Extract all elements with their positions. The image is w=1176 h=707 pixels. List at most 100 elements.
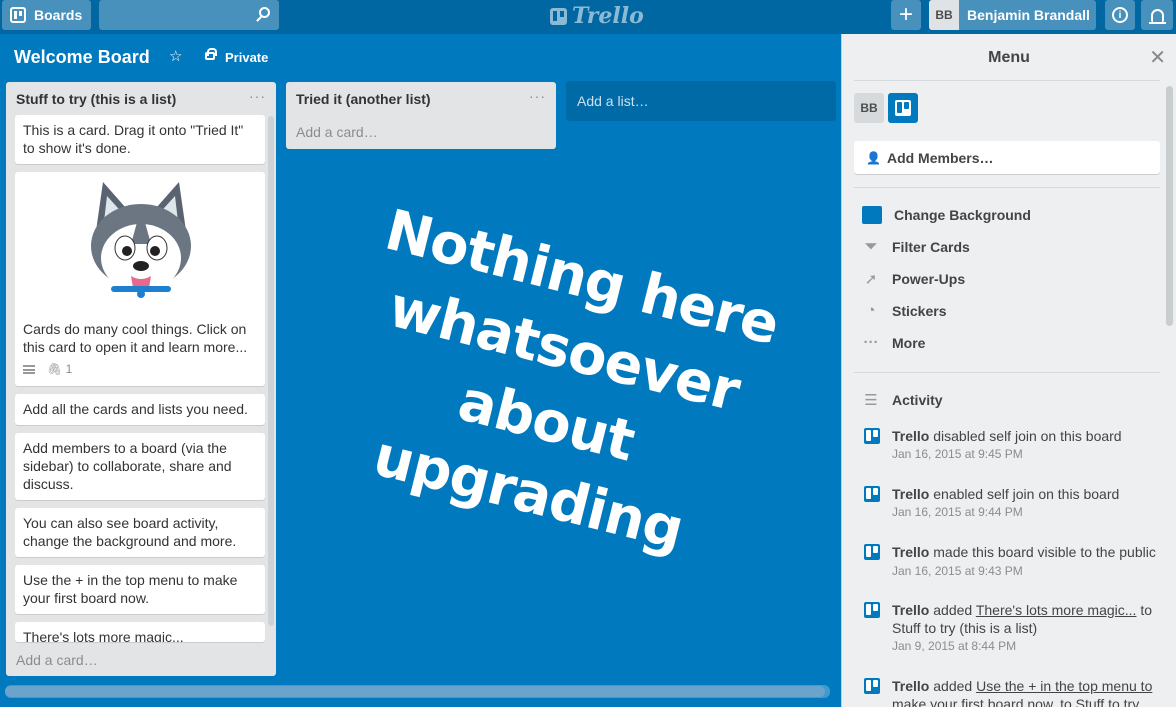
activity-time[interactable]: Jan 9, 2015 at 8:44 PM: [892, 637, 1160, 655]
menu-sidebar: Menu ✕ BB 👤 Add Members… Change Backgrou…: [842, 34, 1176, 707]
attachment-count: 1: [65, 362, 73, 376]
card-text: Add all the cards and lists you need.: [23, 401, 248, 417]
trello-icon: [864, 486, 880, 502]
member-avatar-bb[interactable]: BB: [854, 93, 884, 123]
sidebar-item-change-background[interactable]: Change Background: [862, 206, 1031, 224]
activity-actor[interactable]: Trello: [892, 602, 929, 618]
activity-actor[interactable]: Trello: [892, 544, 929, 560]
sidebar-scrollbar[interactable]: [1166, 86, 1173, 326]
trello-icon: [864, 602, 880, 618]
activity-item: Trello added There's lots more magic... …: [864, 601, 1160, 655]
activity-actor[interactable]: Trello: [892, 428, 929, 444]
activity-actor[interactable]: Trello: [892, 486, 929, 502]
person-add-icon: 👤: [866, 150, 881, 165]
description-icon: [23, 364, 35, 374]
sidebar-item-label: Stickers: [892, 302, 947, 319]
background-swatch-icon: [862, 206, 882, 224]
create-button[interactable]: +: [891, 0, 921, 30]
sidebar-item-filter-cards[interactable]: ⏷ Filter Cards: [862, 238, 970, 255]
activity-text: enabled self join on this board: [929, 486, 1120, 502]
card-text: Cards do many cool things. Click on this…: [23, 321, 248, 355]
logo-text: Trello: [572, 3, 644, 29]
trello-logo[interactable]: Trello: [550, 3, 644, 29]
activity-item: Trello enabled self join on this board J…: [864, 485, 1160, 521]
add-card-button[interactable]: Add a card…: [16, 652, 98, 668]
list-item[interactable]: This is a card. Drag it onto "Tried It" …: [15, 115, 265, 164]
add-members-label: Add Members…: [886, 149, 994, 166]
list-item[interactable]: There's lots more magic...: [15, 622, 265, 642]
activity-text: disabled self join on this board: [929, 428, 1122, 444]
card-badges: 🖇 1: [23, 360, 257, 378]
sidebar-title: Menu: [988, 49, 1030, 66]
sidebar-item-label: Change Background: [894, 207, 1031, 223]
close-icon[interactable]: ✕: [1149, 45, 1166, 70]
activity-card-link[interactable]: There's lots more magic...: [976, 602, 1137, 618]
activity-item: Trello disabled self join on this board …: [864, 427, 1160, 463]
board-scrollbar[interactable]: [5, 686, 825, 697]
visibility-button[interactable]: Private: [225, 50, 268, 65]
overlay-annotation: Nothing here whatsoever about upgrading: [306, 189, 805, 583]
list-scrollbar[interactable]: [268, 116, 274, 626]
boards-button[interactable]: Boards: [2, 0, 91, 30]
list-title[interactable]: Tried it (another list): [286, 82, 556, 116]
card-text: There's lots more magic...: [23, 629, 184, 642]
list-tried-it: Tried it (another list) ··· Add a card…: [286, 82, 556, 149]
sidebar-item-power-ups[interactable]: ➚ Power-Ups: [862, 270, 965, 288]
trello-icon: [864, 428, 880, 444]
board-title[interactable]: Welcome Board: [14, 47, 150, 68]
card-text: Use the + in the top menu to make your f…: [23, 572, 238, 606]
boards-label: Boards: [34, 7, 83, 23]
activity-item: Trello added Use the + in the top menu t…: [864, 677, 1160, 707]
add-members-button[interactable]: 👤 Add Members…: [854, 141, 1160, 174]
user-menu-button[interactable]: BB Benjamin Brandall: [929, 0, 1096, 30]
list-item[interactable]: You can also see board activity, change …: [15, 508, 265, 557]
card-text: You can also see board activity, change …: [23, 515, 237, 549]
top-bar: Boards Trello + BB Benjamin Brandall i: [0, 0, 1176, 34]
activity-title: Activity: [892, 392, 943, 408]
sidebar-item-label: More: [892, 334, 926, 351]
activity-heading: ☰ Activity: [862, 391, 943, 409]
lock-icon: [205, 48, 217, 60]
add-card-button[interactable]: Add a card…: [296, 124, 378, 140]
search-input[interactable]: [99, 0, 279, 30]
boards-icon: [10, 7, 26, 23]
list-icon: ☰: [864, 392, 878, 409]
activity-text: to Stuff to try: [1056, 696, 1140, 707]
list-item[interactable]: Add members to a board (via the sidebar)…: [15, 433, 265, 500]
list-item[interactable]: Add all the cards and lists you need.: [15, 394, 265, 425]
activity-time[interactable]: Jan 16, 2015 at 9:45 PM: [892, 445, 1160, 463]
list-menu-icon[interactable]: ···: [529, 88, 546, 104]
sidebar-item-label: Power-Ups: [892, 271, 966, 287]
add-list-button[interactable]: Add a list…: [566, 81, 836, 121]
list-menu-icon[interactable]: ···: [249, 88, 266, 104]
notifications-button[interactable]: [1141, 0, 1173, 30]
activity-actor[interactable]: Trello: [892, 678, 929, 694]
sidebar-item-stickers[interactable]: ◔ Stickers: [862, 302, 946, 319]
list-item[interactable]: Use the + in the top menu to make your f…: [15, 565, 265, 614]
search-icon[interactable]: [259, 7, 270, 18]
activity-text: added: [929, 602, 976, 618]
divider: [854, 372, 1160, 373]
trello-icon: [864, 678, 880, 694]
activity-time[interactable]: Jan 16, 2015 at 9:44 PM: [892, 503, 1160, 521]
activity-time[interactable]: Jan 16, 2015 at 9:43 PM: [892, 564, 1023, 578]
attachment-badge: 🖇 1: [47, 360, 72, 378]
user-name: Benjamin Brandall: [967, 7, 1090, 23]
activity-text: added: [929, 678, 977, 694]
info-button[interactable]: i: [1105, 0, 1135, 30]
sidebar-item-more[interactable]: ··· More: [862, 334, 926, 351]
list-title[interactable]: Stuff to try (this is a list): [6, 82, 276, 116]
list-item[interactable]: Cards do many cool things. Click on this…: [15, 172, 265, 386]
bell-icon: [1148, 8, 1166, 24]
member-avatar-trello[interactable]: [888, 93, 918, 123]
activity-text: made this board visible to the public: [929, 544, 1156, 560]
sticker-icon: ◔: [866, 302, 876, 319]
divider: [854, 80, 1160, 81]
star-icon[interactable]: ☆: [169, 47, 182, 65]
avatar: BB: [929, 0, 959, 30]
info-icon: i: [1112, 7, 1128, 23]
rocket-icon: ➚: [864, 271, 878, 288]
paperclip-icon: 🖇: [47, 362, 63, 376]
trello-icon: [864, 544, 880, 560]
sidebar-item-label: Filter Cards: [892, 238, 970, 255]
